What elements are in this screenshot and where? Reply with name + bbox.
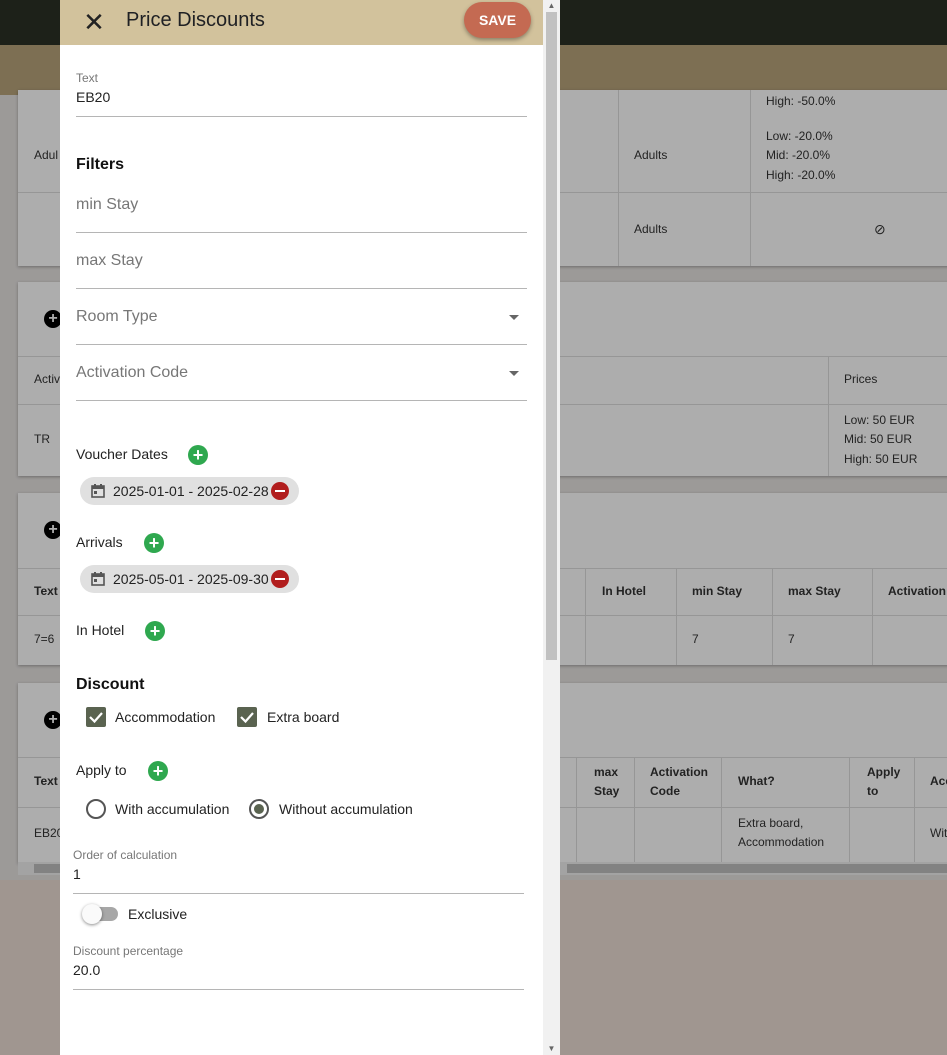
without-accumulation-label: Without accumulation — [279, 801, 413, 817]
text-field-label: Text — [76, 71, 98, 85]
add-voucher-date-button[interactable]: + — [188, 445, 208, 465]
check-icon — [237, 707, 257, 727]
in-hotel-label: In Hotel — [76, 622, 124, 638]
text-input[interactable]: EB20 — [76, 89, 526, 109]
arrival-date-range: 2025-05-01 - 2025-09-30 — [113, 571, 269, 587]
chevron-down-icon[interactable] — [509, 371, 519, 376]
discount-heading: Discount — [76, 676, 144, 694]
accommodation-checkbox[interactable] — [86, 707, 106, 727]
filters-heading: Filters — [76, 156, 124, 174]
activation-code-select[interactable]: Activation Code — [76, 364, 526, 390]
order-of-calculation-input[interactable]: 1 — [73, 866, 523, 886]
remove-icon[interactable] — [271, 482, 289, 500]
voucher-date-range: 2025-01-01 - 2025-02-28 — [113, 483, 269, 499]
with-accumulation-label: With accumulation — [115, 801, 229, 817]
apply-to-label: Apply to — [76, 762, 127, 778]
with-accumulation-radio[interactable] — [86, 799, 106, 819]
max-stay-input[interactable]: max Stay — [76, 252, 526, 278]
extra-board-checkbox[interactable] — [237, 707, 257, 727]
accommodation-label: Accommodation — [115, 709, 215, 725]
add-in-hotel-button[interactable]: + — [145, 621, 165, 641]
without-accumulation-radio[interactable] — [249, 799, 269, 819]
check-icon — [86, 707, 106, 727]
add-arrival-button[interactable]: + — [144, 533, 164, 553]
price-discounts-drawer: ✕ Price Discounts SAVE Text EB20 Filters… — [60, 0, 560, 1055]
discount-percentage-input[interactable]: 20.0 — [73, 962, 523, 982]
arrival-date-chip: 2025-05-01 - 2025-09-30 — [80, 565, 299, 593]
discount-percentage-label: Discount percentage — [73, 944, 183, 958]
exclusive-label: Exclusive — [128, 906, 187, 922]
add-apply-to-button[interactable]: + — [148, 761, 168, 781]
min-stay-input[interactable]: min Stay — [76, 196, 526, 222]
room-type-select[interactable]: Room Type — [76, 308, 526, 334]
remove-icon[interactable] — [271, 570, 289, 588]
calendar-icon — [90, 483, 106, 499]
voucher-dates-label: Voucher Dates — [76, 446, 168, 462]
order-of-calculation-label: Order of calculation — [73, 848, 177, 862]
exclusive-toggle[interactable] — [84, 907, 118, 921]
voucher-date-chip: 2025-01-01 - 2025-02-28 — [80, 477, 299, 505]
drawer-title: Price Discounts — [126, 9, 265, 32]
close-icon[interactable]: ✕ — [80, 8, 108, 36]
calendar-icon — [90, 571, 106, 587]
drawer-vertical-scrollbar[interactable]: ▲ ▼ — [543, 0, 560, 1055]
chevron-down-icon[interactable] — [509, 315, 519, 320]
arrivals-label: Arrivals — [76, 534, 123, 550]
drawer-header: ✕ Price Discounts SAVE — [60, 0, 543, 45]
extra-board-label: Extra board — [267, 709, 339, 725]
save-button[interactable]: SAVE — [464, 2, 531, 38]
